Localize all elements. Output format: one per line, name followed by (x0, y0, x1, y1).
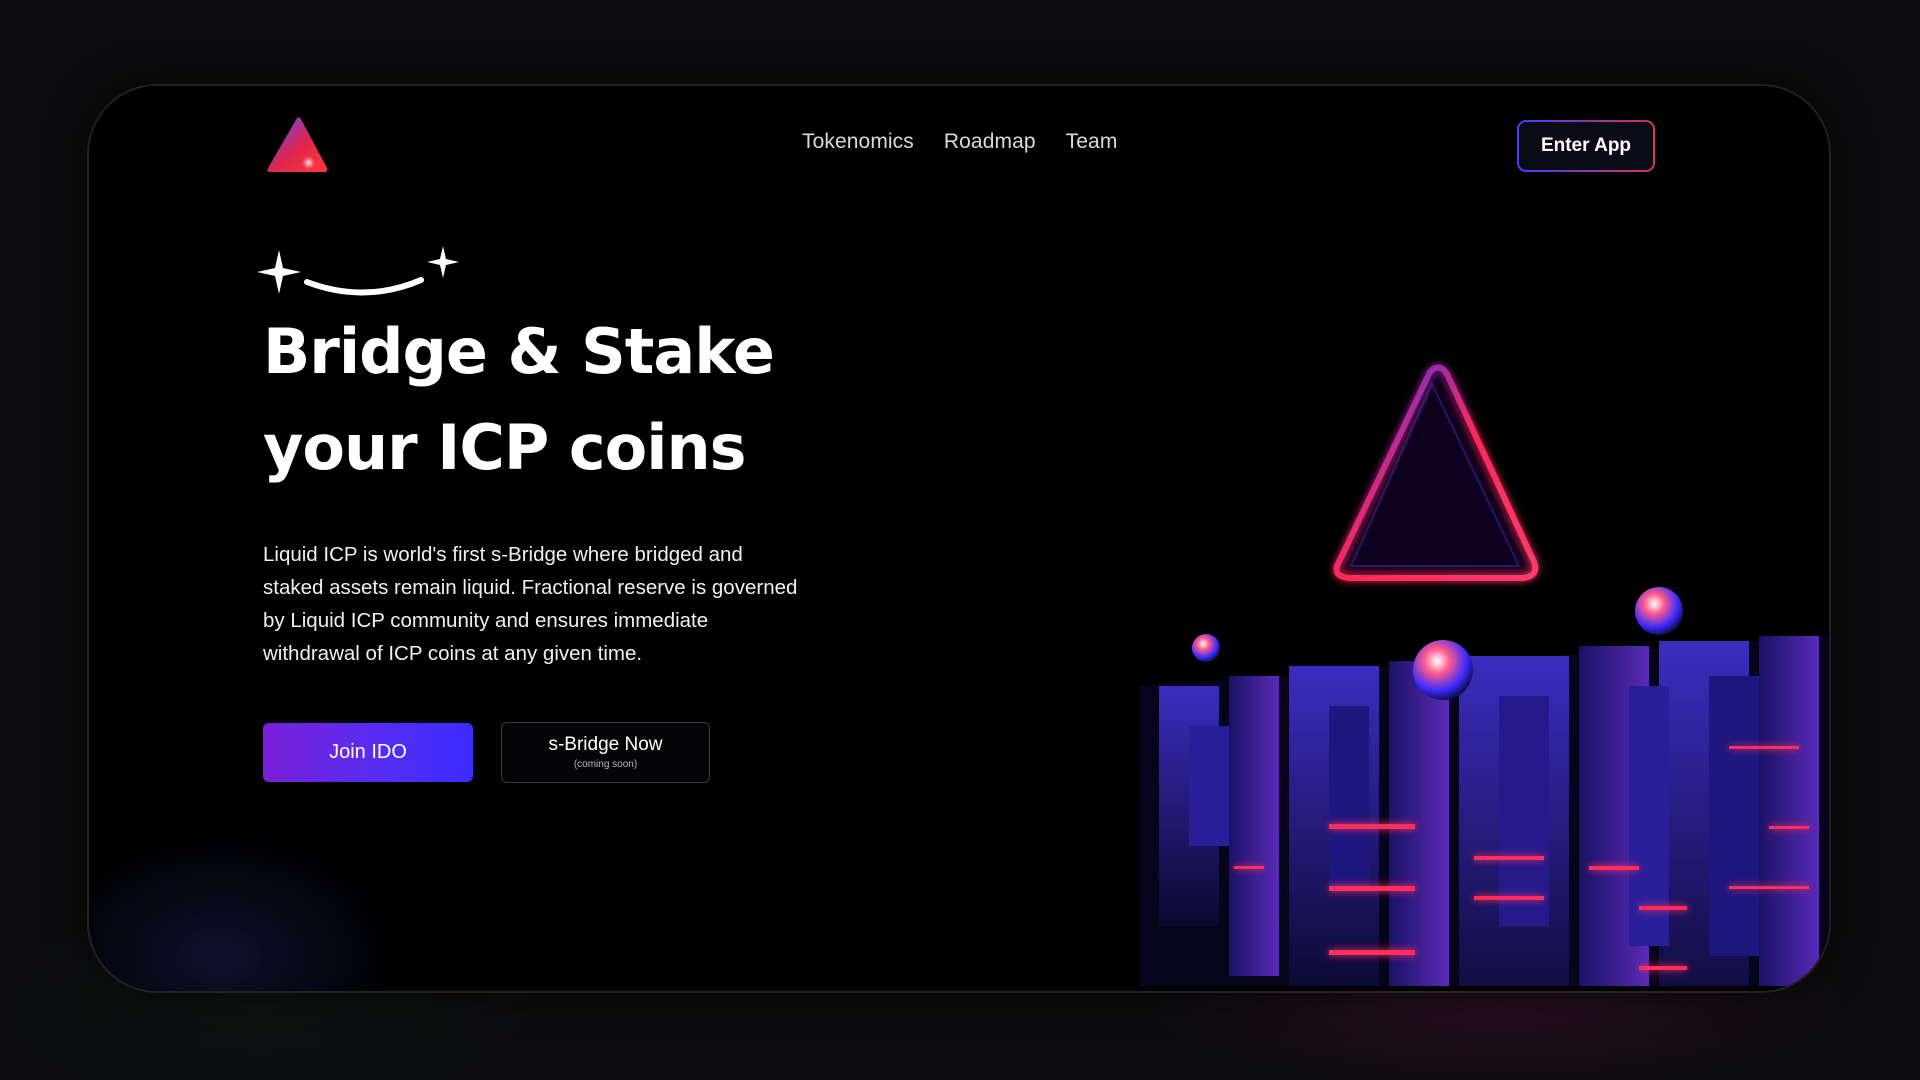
coming-soon-label: (coming soon) (573, 758, 638, 770)
hero-title-line-1: Bridge & Stake (263, 315, 775, 388)
logo-icon[interactable] (263, 114, 331, 176)
landing-window: Tokenomics Roadmap Team Enter App Bridge… (89, 86, 1829, 991)
hero-description: Liquid ICP is world's first s-Bridge whe… (263, 543, 798, 665)
hero-title: Bridge & Stake your ICP coins (263, 304, 775, 496)
hero-title-line-2: your ICP coins (263, 411, 747, 484)
nav-tokenomics[interactable]: Tokenomics (802, 130, 914, 154)
nav-roadmap[interactable]: Roadmap (944, 130, 1036, 154)
page-background: Tokenomics Roadmap Team Enter App Bridge… (0, 0, 1920, 1080)
main-nav: Tokenomics Roadmap Team (802, 130, 1117, 154)
nav-team[interactable]: Team (1066, 130, 1118, 154)
join-ido-button[interactable]: Join IDO (263, 723, 473, 782)
city-blocks (1139, 636, 1829, 986)
enter-app-button[interactable]: Enter App (1517, 120, 1655, 172)
sparkle-smile-icon (257, 246, 459, 296)
s-bridge-label: s-Bridge Now (548, 733, 663, 755)
neon-city-illustration (1139, 364, 1829, 986)
s-bridge-now-button[interactable]: s-Bridge Now (coming soon) (501, 722, 710, 783)
